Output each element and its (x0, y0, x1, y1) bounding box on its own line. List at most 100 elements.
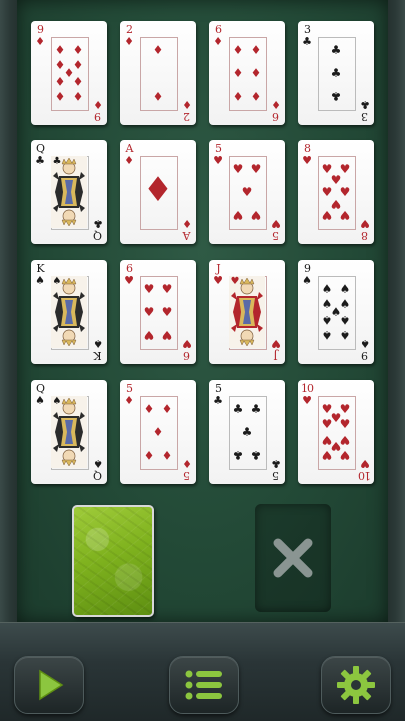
play-icon (39, 669, 64, 701)
playing-card[interactable]: J ♥ J ♥ ♥ (209, 260, 285, 364)
playing-card[interactable]: 6 ♦ 6 ♦ ♦ ♦ ♦ ♦ ♦ ♦ (209, 21, 285, 125)
card-suit: ♥ (271, 217, 281, 230)
suit-pip: ♦ (54, 89, 66, 104)
suit-pip: ♥ (161, 281, 173, 296)
playing-card[interactable]: 9 ♦ 9 ♦ ♦ ♦ ♦ ♦ ♦ ♦ ♦ ♦ ♦ (31, 21, 107, 125)
suit-pip: ♠ (339, 312, 351, 327)
face-suit-mark: ♠ (52, 276, 62, 287)
card-corner-index: J ♥ (269, 337, 283, 362)
card-suit: ♦ (93, 98, 103, 111)
card-corner-index: 8 ♥ (358, 217, 372, 242)
left-border (0, 0, 17, 625)
card-back-texture (74, 507, 152, 615)
face-suit-mark: ♥ (230, 276, 240, 287)
card-rank: Q (93, 229, 103, 242)
playing-card[interactable]: 10 ♥ 10 ♥ ♥ ♥ ♥ ♥ ♥ ♥ ♥ ♥ ♥ ♥ (298, 380, 374, 484)
card-corner-index: A ♦ (122, 143, 136, 166)
card-corner-index: 6 ♦ (211, 24, 225, 47)
suit-pip: ♦ (250, 42, 262, 57)
suit-pip: ♥ (339, 448, 351, 463)
card-suit: ♦ (271, 98, 281, 111)
card-rank: 3 (304, 23, 311, 36)
card-rank: 5 (126, 382, 133, 395)
card-suit: ♥ (302, 154, 312, 167)
card-corner-index: Q ♣ (91, 217, 105, 242)
play-button[interactable] (14, 656, 84, 714)
suit-pip: ♠ (321, 328, 333, 343)
menu-button[interactable] (169, 656, 239, 714)
suit-pip: ♥ (232, 208, 244, 223)
suit-pip: ♦ (152, 42, 164, 57)
card-rank: 5 (215, 382, 222, 395)
suit-pip: ♦ (54, 42, 66, 57)
pip-area: ♦ ♦ ♦ ♦ ♦ ♦ (229, 37, 265, 109)
suit-pip: ♥ (143, 281, 155, 296)
card-corner-index: 10 ♥ (300, 383, 314, 406)
card-rank: 6 (126, 262, 133, 275)
playing-card[interactable]: 9 ♠ 9 ♠ ♠ ♠ ♠ ♠ ♠ ♠ ♠ ♠ ♠ (298, 260, 374, 364)
playing-card[interactable]: Q ♣ Q ♣ ♣ (31, 140, 107, 244)
playing-card[interactable]: 2 ♦ 2 ♦ ♦ ♦ (120, 21, 196, 125)
pip-area: ♦ ♦ (140, 37, 176, 109)
card-corner-index: 9 ♠ (300, 263, 314, 286)
card-suit: ♥ (213, 154, 223, 167)
draw-deck[interactable] (72, 505, 154, 617)
suit-pip: ♣ (241, 425, 253, 439)
card-suit: ♦ (182, 98, 192, 111)
playing-card[interactable]: 8 ♥ 8 ♥ ♥ ♥ ♥ ♥ ♥ ♥ ♥ ♥ (298, 140, 374, 244)
pip-area: ♣ ♣ ♣ ♣ ♣ (229, 396, 265, 468)
card-rank: 10 (359, 469, 371, 482)
card-suit: ♥ (213, 274, 223, 287)
playing-card[interactable]: K ♠ K ♠ ♠ (31, 260, 107, 364)
playing-card[interactable]: 5 ♦ 5 ♦ ♦ ♦ ♦ ♦ ♦ (120, 380, 196, 484)
suit-pip: ♦ (143, 448, 155, 463)
ace-pip: ♦ (142, 170, 174, 210)
pip-area: ♥ ♥ ♥ ♥ ♥ (229, 156, 265, 228)
card-corner-index: 5 ♦ (122, 383, 136, 406)
pip-area: ♦ ♦ ♦ ♦ ♦ (140, 396, 176, 468)
card-corner-index: 2 ♦ (180, 98, 194, 123)
card-corner-index: 10 ♥ (358, 457, 372, 482)
card-corner-index: A ♦ (180, 217, 194, 242)
face-suit-mark: ♣ (52, 156, 62, 167)
pip-area: ♥ ♥ ♥ ♥ ♥ ♥ ♥ ♥ (318, 156, 354, 228)
card-rank: 2 (126, 23, 133, 36)
card-suit: ♥ (182, 337, 192, 350)
suit-pip: ♥ (161, 305, 173, 319)
playing-card[interactable]: 5 ♣ 5 ♣ ♣ ♣ ♣ ♣ ♣ (209, 380, 285, 484)
suit-pip: ♦ (161, 401, 173, 416)
playing-card[interactable]: A ♦ A ♦ ♦ (120, 140, 196, 244)
card-rank: 6 (184, 349, 190, 362)
card-corner-index: 6 ♥ (122, 263, 136, 286)
card-corner-index: 6 ♥ (180, 337, 194, 362)
settings-button[interactable] (321, 656, 391, 714)
suit-pip: ♣ (330, 66, 342, 80)
card-suit: ♠ (360, 337, 370, 350)
card-corner-index: 9 ♦ (91, 98, 105, 123)
card-suit: ♣ (302, 35, 312, 48)
card-corner-index: 5 ♥ (269, 217, 283, 242)
suit-pip: ♣ (330, 89, 342, 104)
card-suit: ♦ (124, 394, 134, 407)
card-rank: Q (93, 469, 103, 482)
card-suit: ♦ (35, 35, 45, 48)
card-corner-index: 9 ♠ (358, 337, 372, 362)
suit-pip: ♠ (321, 312, 333, 327)
card-suit: ♠ (35, 274, 45, 287)
right-border (388, 0, 405, 625)
card-corner-index: 8 ♥ (300, 143, 314, 166)
gear-icon (337, 666, 375, 704)
card-rank: 9 (362, 349, 368, 362)
card-rank: Q (35, 382, 45, 395)
playing-card[interactable]: 3 ♣ 3 ♣ ♣ ♣ ♣ (298, 21, 374, 125)
card-suit: ♠ (35, 394, 45, 407)
card-suit: ♥ (271, 337, 281, 350)
playing-card[interactable]: 6 ♥ 6 ♥ ♥ ♥ ♥ ♥ ♥ ♥ (120, 260, 196, 364)
card-corner-index: K ♠ (33, 263, 47, 286)
playing-card[interactable]: 5 ♥ 5 ♥ ♥ ♥ ♥ ♥ ♥ (209, 140, 285, 244)
pip-area: ♣ ♣ ♣ (318, 37, 354, 109)
playing-card[interactable]: Q ♠ Q ♠ ♠ (31, 380, 107, 484)
suit-pip: ♦ (143, 401, 155, 416)
discard-slot[interactable] (255, 504, 331, 612)
game-screen: 9 ♦ 9 ♦ ♦ ♦ ♦ ♦ ♦ ♦ ♦ ♦ ♦ 2 ♦ 2 ♦ ♦ ♦ 6 ♦ 6 ♦ ♦ ♦ ♦ ♦ ♦ ♦ 3 ♣ 3 ♣ ♣ ♣ ♣ Q ♣ Q ♣ (0, 0, 405, 721)
